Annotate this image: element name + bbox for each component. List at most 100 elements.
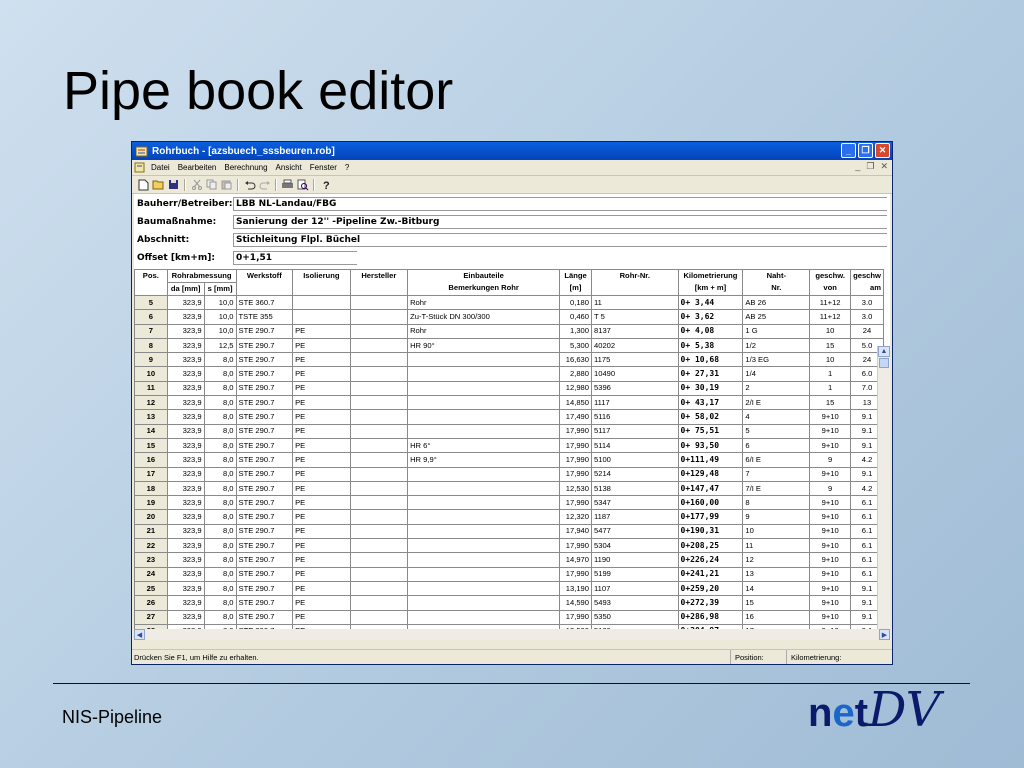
cell-laenge[interactable]: 17,990	[559, 609, 593, 625]
table-row[interactable]: 14 323,9 8,0 STE 290.7 PE 17,990 5117 0+ 75,51 5…	[134, 423, 884, 439]
cell-einbau[interactable]	[407, 380, 561, 397]
cell-laenge[interactable]: 16,630	[559, 352, 593, 368]
cell-s[interactable]: 8,0	[203, 409, 237, 425]
cell-km[interactable]: 0+ 27,31	[677, 366, 744, 382]
help-icon[interactable]: ?	[318, 178, 333, 192]
cell-einbau[interactable]: Rohr	[407, 294, 561, 311]
cell-km[interactable]: 0+ 30,19	[677, 380, 744, 397]
cell-von[interactable]: 9+10	[809, 466, 852, 482]
table-row[interactable]: 24 323,9 8,0 STE 290.7 PE 17,990 5199 0+241,21 1…	[134, 566, 884, 582]
cell-einbau[interactable]: Rohr	[407, 323, 561, 339]
cell-s[interactable]: 10,0	[203, 309, 237, 325]
menu-help[interactable]: ?	[341, 163, 353, 172]
print-icon[interactable]	[280, 178, 295, 192]
open-folder-icon[interactable]	[151, 178, 166, 192]
table-row[interactable]: 8 323,9 12,5 STE 290.7 PE HR 90° 5,300 40202 0+ …	[134, 337, 884, 354]
cell-laenge[interactable]: 17,990	[559, 437, 593, 454]
cell-da[interactable]: 323,9	[166, 337, 205, 354]
cell-von[interactable]: 15	[809, 395, 852, 411]
cell-da[interactable]: 323,9	[166, 294, 205, 311]
cell-pos[interactable]: 6	[134, 309, 168, 325]
menu-bearbeiten[interactable]: Bearbeiten	[174, 163, 221, 172]
cell-einbau[interactable]	[407, 366, 561, 382]
cell-herst[interactable]	[349, 380, 409, 397]
cell-isol[interactable]: PE	[292, 323, 351, 339]
cell-laenge[interactable]: 12,530	[559, 480, 593, 497]
cell-von[interactable]: 9+10	[809, 609, 852, 625]
cell-einbau[interactable]	[407, 480, 561, 497]
cell-laenge[interactable]: 17,940	[559, 523, 593, 540]
cell-km[interactable]: 0+ 4,08	[677, 323, 744, 339]
cell-von[interactable]: 9+10	[809, 538, 852, 554]
cell-pos[interactable]: 21	[134, 523, 168, 540]
new-file-icon[interactable]	[136, 178, 151, 192]
menu-fenster[interactable]: Fenster	[306, 163, 341, 172]
cell-isol[interactable]: PE	[292, 523, 351, 540]
cell-km[interactable]: 0+ 75,51	[677, 423, 744, 439]
cell-einbau[interactable]: HR 90°	[407, 337, 561, 354]
cell-einbau[interactable]	[407, 566, 561, 582]
cell-isol[interactable]: PE	[292, 409, 351, 425]
cell-herst[interactable]	[349, 595, 409, 611]
cell-naht[interactable]: AB 26	[742, 294, 811, 311]
menu-ansicht[interactable]: Ansicht	[272, 163, 306, 172]
window-titlebar[interactable]: Rohrbuch - [azsbuech_sssbeuren.rob] _ ❐ …	[132, 142, 892, 160]
cell-rohrnr[interactable]: 1187	[591, 509, 679, 525]
cell-werkstoff[interactable]: STE 290.7	[235, 366, 294, 382]
cell-von[interactable]: 9+10	[809, 523, 852, 540]
col-kilometrierung[interactable]: Kilometrierung [km + m]	[677, 269, 744, 296]
cell-da[interactable]: 323,9	[166, 409, 205, 425]
cell-s[interactable]: 8,0	[203, 509, 237, 525]
cell-isol[interactable]: PE	[292, 480, 351, 497]
table-row[interactable]: 16 323,9 8,0 STE 290.7 PE HR 9,9° 17,990 5100 0+…	[134, 452, 884, 468]
cell-km[interactable]: 0+ 43,17	[677, 395, 744, 411]
cell-werkstoff[interactable]: STE 290.7	[235, 509, 294, 525]
cell-isol[interactable]: PE	[292, 495, 351, 511]
cell-da[interactable]: 323,9	[166, 423, 205, 439]
cell-herst[interactable]	[349, 466, 409, 482]
cell-naht[interactable]: 1 G	[742, 323, 811, 339]
cell-s[interactable]: 8,0	[203, 437, 237, 454]
table-row[interactable]: 23 323,9 8,0 STE 290.7 PE 14,970 1190 0+226,24 1…	[134, 552, 884, 568]
cell-werkstoff[interactable]: STE 290.7	[235, 609, 294, 625]
cell-naht[interactable]: 13	[742, 566, 811, 582]
cell-laenge[interactable]: 17,990	[559, 423, 593, 439]
document-icon[interactable]	[134, 162, 145, 173]
cell-naht[interactable]: 2/I E	[742, 395, 811, 411]
cell-rohrnr[interactable]: 5100	[591, 452, 679, 468]
paste-icon[interactable]	[219, 178, 234, 192]
cell-pos[interactable]: 24	[134, 566, 168, 582]
cell-laenge[interactable]: 14,970	[559, 552, 593, 568]
col-pos[interactable]: Pos.	[134, 269, 168, 296]
cell-isol[interactable]: PE	[292, 580, 351, 597]
mdi-minimize-button[interactable]: _	[855, 161, 860, 172]
cell-rohrnr[interactable]: 1117	[591, 395, 679, 411]
cell-werkstoff[interactable]: STE 290.7	[235, 523, 294, 540]
cell-pos[interactable]: 8	[134, 337, 168, 354]
cell-pos[interactable]: 11	[134, 380, 168, 397]
cell-herst[interactable]	[349, 495, 409, 511]
cell-da[interactable]: 323,9	[166, 552, 205, 568]
cell-herst[interactable]	[349, 538, 409, 554]
col-geschw-von[interactable]: geschw. von	[809, 269, 852, 296]
cell-s[interactable]: 8,0	[203, 580, 237, 597]
cell-von[interactable]: 1	[809, 366, 852, 382]
cell-pos[interactable]: 15	[134, 437, 168, 454]
cell-da[interactable]: 323,9	[166, 366, 205, 382]
cell-werkstoff[interactable]: STE 290.7	[235, 580, 294, 597]
cell-rohrnr[interactable]: 8137	[591, 323, 679, 339]
col-geschw-am[interactable]: geschw am	[850, 269, 884, 296]
cell-rohrnr[interactable]: 5199	[591, 566, 679, 582]
cell-von[interactable]: 9+10	[809, 580, 852, 597]
cell-da[interactable]: 323,9	[166, 566, 205, 582]
cell-laenge[interactable]: 0,180	[559, 294, 593, 311]
cell-naht[interactable]: 10	[742, 523, 811, 540]
cell-km[interactable]: 0+ 5,38	[677, 337, 744, 354]
col-rohrnr[interactable]: Rohr-Nr.	[591, 269, 679, 296]
table-row[interactable]: 25 323,9 8,0 STE 290.7 PE 13,190 1107 0+259,20 1…	[134, 580, 884, 597]
cell-pos[interactable]: 9	[134, 352, 168, 368]
cell-einbau[interactable]	[407, 466, 561, 482]
maximize-button[interactable]: ❐	[858, 143, 873, 158]
cell-km[interactable]: 0+ 10,68	[677, 352, 744, 368]
cell-naht[interactable]: 6	[742, 437, 811, 454]
